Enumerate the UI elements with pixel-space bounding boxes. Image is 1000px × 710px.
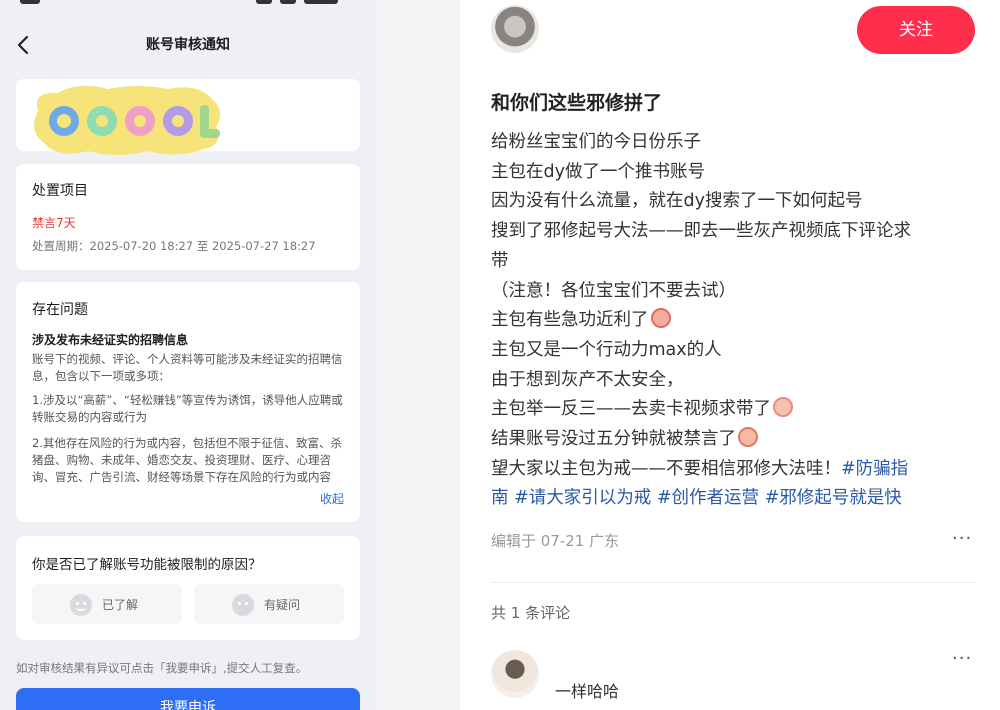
issue-subheading: 涉及发布未经证实的招聘信息 bbox=[32, 333, 189, 347]
post-line-text: 主包举一反三——去卖卡视频求带了 bbox=[491, 399, 771, 420]
post-meta: 编辑于 07-21 广东 bbox=[491, 532, 620, 550]
post-line: 主包又是一个行动力max的人 bbox=[491, 339, 722, 360]
post-line: 因为没有什么流量，就在dy搜索了一下如何起号 bbox=[491, 191, 863, 212]
more-dots-icon[interactable]: ··· bbox=[952, 528, 972, 549]
understood-button[interactable]: 已了解 bbox=[32, 584, 182, 624]
panel-gap bbox=[376, 0, 460, 710]
confused-face-icon bbox=[232, 594, 254, 616]
post-line: 搜到了邪修起号大法——即去一些灰产视频底下评论求 bbox=[491, 221, 911, 242]
issue-card: 存在问题 涉及发布未经证实的招聘信息 账号下的视频、评论、个人资料等可能涉及未经… bbox=[16, 282, 360, 522]
smile-face-icon bbox=[70, 594, 92, 616]
post-line: 由于想到灰产不太安全， bbox=[491, 369, 684, 390]
cool-sticker-image bbox=[34, 85, 221, 155]
battery-icon bbox=[304, 0, 338, 4]
review-notice-panel: 账号审核通知 处置项目 禁言7天 处置周期：2025-07-20 18:27 至… bbox=[0, 0, 376, 710]
post-line-text: 主包有些急功近利了 bbox=[491, 310, 649, 331]
issue-paragraph: 账号下的视频、评论、个人资料等可能涉及未经证实的招聘信息，包含以下一项或多项： bbox=[32, 352, 343, 383]
post-line: 主包有些急功近利了 bbox=[491, 306, 976, 336]
comment-text: 一样哈哈 bbox=[555, 682, 620, 701]
post-line: 望大家以主包为戒——不要相信邪修大法哇！#防骗指 bbox=[491, 455, 976, 485]
post-line: 主包举一反三——去卖卡视频求带了 bbox=[491, 395, 976, 425]
issue-item-2: 2.其他存在风险的行为或内容，包括但不限于征信、致富、杀猪盘、购物、未成年、婚恋… bbox=[32, 436, 342, 484]
hashtag-link[interactable]: #请大家引以为戒 bbox=[514, 488, 651, 508]
penalty-label: 禁言7天 bbox=[32, 216, 76, 230]
post-line-text: 望大家以主包为戒——不要相信邪修大法哇！ bbox=[491, 458, 841, 479]
divider bbox=[491, 582, 975, 583]
emoji-icon bbox=[738, 427, 758, 448]
issue-item-1: 1.涉及以“高薪”、“轻松赚钱”等宣传为诱饵，诱导他人应聘或转账交易的内容或行为 bbox=[32, 393, 343, 424]
post-line: 结果账号没过五分钟就被禁言了 bbox=[491, 425, 976, 455]
question-title: 你是否已了解账号功能被限制的原因？ bbox=[32, 557, 262, 573]
collapse-link[interactable]: 收起 bbox=[320, 490, 344, 507]
nav-bar: 账号审核通知 bbox=[0, 22, 376, 66]
question-card: 你是否已了解账号功能被限制的原因？ 已了解 有疑问 bbox=[16, 536, 360, 640]
post-line: 给粉丝宝宝们的今日份乐子 bbox=[491, 132, 701, 152]
appeal-note: 如对审核结果有异议可点击「我要申诉」,提交人工复查。 bbox=[16, 661, 308, 675]
post-line: （注意！各位宝宝们不要去试） bbox=[491, 280, 736, 301]
hashtag-link[interactable]: #创作者运营 bbox=[657, 488, 759, 508]
hashtag-link[interactable]: #邪修起号就是快 bbox=[765, 488, 902, 508]
action-heading: 处置项目 bbox=[32, 183, 88, 199]
page-title: 账号审核通知 bbox=[146, 37, 230, 53]
hashtag-link[interactable]: 南 bbox=[491, 488, 509, 508]
more-dots-icon[interactable]: ··· bbox=[952, 648, 972, 669]
issue-heading: 存在问题 bbox=[32, 302, 88, 318]
post-line: 南 #请大家引以为戒 #创作者运营 #邪修起号就是快 bbox=[491, 484, 976, 514]
understood-label: 已了解 bbox=[102, 598, 139, 612]
emoji-icon bbox=[650, 308, 671, 329]
post-panel: 关注 和你们这些邪修拼了 给粉丝宝宝们的今日份乐子 主包在dy做了一个推书账号 … bbox=[460, 0, 1000, 710]
hashtag-link[interactable]: #防骗指 bbox=[841, 459, 908, 479]
comment-count: 共 1 条评论 bbox=[491, 604, 571, 622]
post-line: 带 bbox=[491, 250, 509, 271]
penalty-period: 处置周期：2025-07-20 18:27 至 2025-07-27 18:27 bbox=[32, 239, 316, 253]
signal-icon bbox=[256, 0, 272, 4]
status-time bbox=[20, 0, 40, 4]
post-line-text: 结果账号没过五分钟就被禁言了 bbox=[491, 429, 736, 450]
post-title: 和你们这些邪修拼了 bbox=[491, 92, 663, 114]
wifi-icon bbox=[280, 0, 296, 4]
emoji-icon bbox=[773, 397, 793, 418]
post-line: 主包在dy做了一个推书账号 bbox=[491, 161, 705, 182]
author-avatar[interactable] bbox=[491, 5, 539, 53]
doubt-button[interactable]: 有疑问 bbox=[194, 584, 344, 624]
status-bar bbox=[0, 0, 376, 10]
appeal-button[interactable]: 我要申诉 bbox=[16, 688, 360, 710]
commenter-avatar[interactable] bbox=[491, 650, 539, 698]
post-body: 给粉丝宝宝们的今日份乐子 主包在dy做了一个推书账号 因为没有什么流量，就在dy… bbox=[491, 128, 976, 514]
doubt-label: 有疑问 bbox=[264, 598, 301, 612]
follow-button[interactable]: 关注 bbox=[857, 6, 975, 54]
action-card: 处置项目 禁言7天 处置周期：2025-07-20 18:27 至 2025-0… bbox=[16, 164, 360, 270]
